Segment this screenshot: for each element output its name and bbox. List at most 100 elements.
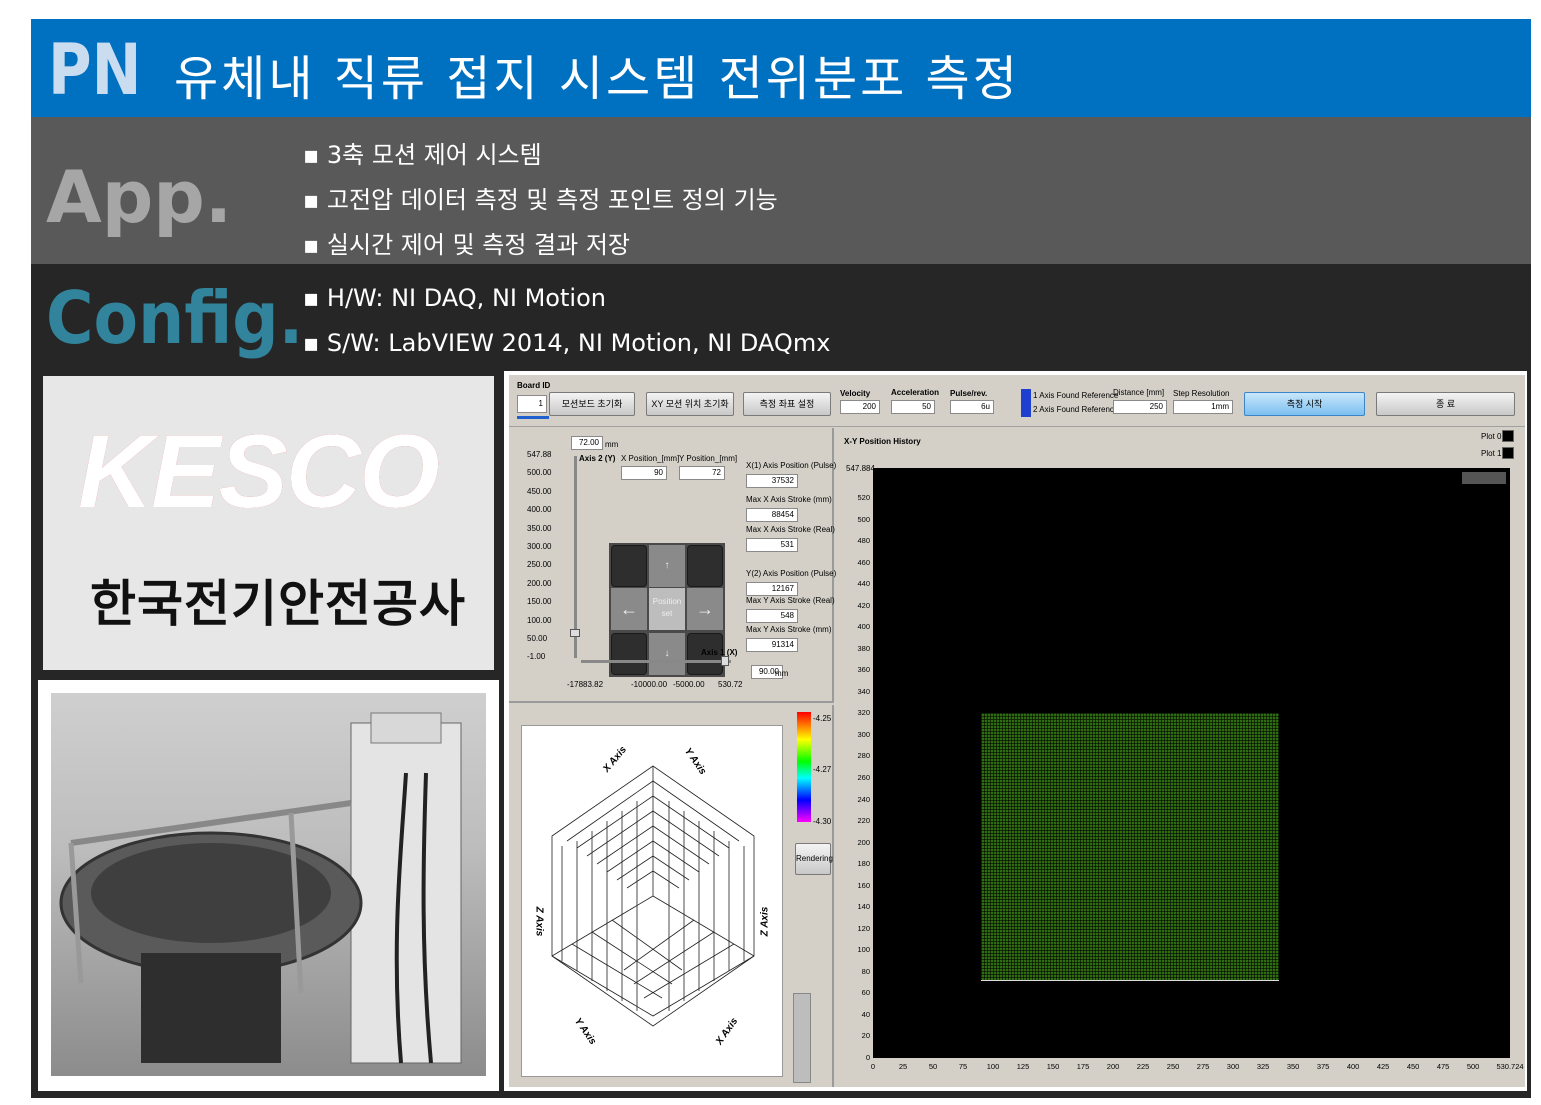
- velocity-label: Velocity: [840, 389, 871, 398]
- surface-3d-graph: [551, 765, 755, 1027]
- y-axis-tick: 80: [861, 966, 870, 976]
- mm-unit: mm: [605, 440, 619, 449]
- app-bullet: 고전압 데이터 측정 및 측정 포인트 정의 기능: [303, 180, 778, 215]
- board-id-label: Board ID: [517, 381, 551, 390]
- max-y-real-value: 548: [746, 609, 798, 623]
- app-section: App. 3축 모션 제어 시스템 고전압 데이터 측정 및 측정 포인트 정의…: [31, 117, 1531, 264]
- y-tick: 500.00: [527, 468, 552, 478]
- axis2-slider[interactable]: [574, 456, 577, 658]
- title-banner: PN 유체내 직류 접지 시스템 전위분포 측정: [31, 19, 1531, 117]
- z-axis-left-label: Z Axis: [533, 906, 545, 937]
- distance-input[interactable]: 250: [1113, 400, 1167, 414]
- y-pulse-value: 12167: [746, 582, 798, 596]
- plot-tools-icon[interactable]: [1462, 472, 1506, 484]
- max-y-mm-value: 91314: [746, 638, 798, 652]
- plot1-legend: Plot 1: [1481, 449, 1502, 458]
- xpos-label: X Position_[mm]: [621, 454, 680, 463]
- ypos-label: Y Position_[mm]: [679, 454, 738, 463]
- colorbar: [797, 712, 811, 822]
- accel-input[interactable]: 50: [891, 400, 935, 414]
- x-axis-tick: 200: [1106, 1062, 1120, 1071]
- x-tick: 530.72: [718, 680, 743, 689]
- plot0-legend-swatch[interactable]: [1502, 430, 1514, 442]
- x-axis-tick: 375: [1316, 1062, 1330, 1071]
- y-tick: 547.88: [527, 450, 552, 459]
- app-bullet: 3축 모션 제어 시스템: [303, 135, 542, 170]
- colorbar-tick: -4.27: [813, 765, 832, 774]
- init-xy-button[interactable]: XY 모션 위치 초기화: [646, 392, 734, 416]
- brand-pn: PN: [48, 29, 142, 111]
- y-tick: 300.00: [527, 542, 552, 551]
- y-pulse-label: Y(2) Axis Position (Pulse): [746, 569, 837, 578]
- x-axis-tick: 25: [898, 1062, 908, 1071]
- y-axis-tick: 100: [857, 945, 870, 955]
- y-axis-tick: 500: [857, 514, 870, 524]
- xpos-value: 90: [621, 466, 667, 480]
- page-title: 유체내 직류 접지 시스템 전위분포 측정: [174, 51, 1020, 107]
- x-axis-tick: 475: [1436, 1062, 1450, 1071]
- position-set-button[interactable]: Position set: [649, 588, 685, 630]
- toolbar: Board ID 1 모션보드 초기화 XY 모션 위치 초기화 측정 좌표 설…: [509, 375, 1525, 427]
- y-tick: -1.00: [527, 652, 546, 662]
- x-axis-tick: 300: [1226, 1062, 1240, 1071]
- y-tick: 50.00: [527, 634, 548, 643]
- x-axis-tick: 500: [1466, 1062, 1480, 1071]
- max-x-real-value: 531: [746, 538, 798, 552]
- colorbar-tick: -4.30: [813, 817, 832, 826]
- kesco-wordmark: KESCO: [78, 414, 440, 530]
- y-axis-tick: 140: [857, 902, 870, 912]
- y-axis-tick: 0: [865, 1053, 870, 1062]
- config-bullet: S/W: LabVIEW 2014, NI Motion, NI DAQmx: [303, 329, 831, 357]
- jog-up-icon[interactable]: ↑: [649, 545, 685, 587]
- board-id-indicator: [517, 416, 549, 419]
- x-axis-tick: 225: [1136, 1062, 1150, 1071]
- jog-down-icon[interactable]: ↓: [649, 633, 685, 675]
- y-axis-tick: 420: [857, 600, 870, 610]
- y-axis-tick: 380: [857, 643, 870, 653]
- pulse-input[interactable]: 6u: [950, 400, 994, 414]
- jog-right-icon[interactable]: →: [687, 588, 723, 630]
- max-x-mm-label: Max X Axis Stroke (mm): [746, 495, 832, 504]
- axis1-slider-thumb[interactable]: [721, 656, 729, 666]
- set-coords-button[interactable]: 측정 좌표 설정: [743, 392, 831, 416]
- graph-tools-palette[interactable]: [793, 993, 811, 1083]
- y-axis-tick: 460: [857, 557, 870, 567]
- y-axis-tick: 260: [857, 773, 870, 782]
- y-axis-tick: 320: [857, 708, 870, 718]
- y-axis-tick: 400: [857, 622, 870, 632]
- xy-plot-area[interactable]: [873, 468, 1510, 1058]
- y-axis-tick: 120: [857, 923, 870, 933]
- y-axis-tick: 340: [857, 686, 870, 696]
- y-axis-tick: 300: [857, 729, 870, 739]
- y-axis-tick: 520: [857, 493, 870, 503]
- config-section: Config. H/W: NI DAQ, NI Motion S/W: LabV…: [31, 264, 1531, 371]
- start-measure-button[interactable]: 측정 시작: [1244, 392, 1365, 416]
- x-axis-tick: 175: [1076, 1062, 1090, 1071]
- axis1-slider[interactable]: [581, 660, 731, 663]
- photo-image: [51, 693, 486, 1076]
- board-id-input[interactable]: 1: [517, 395, 547, 413]
- x-axis-tick: 75: [958, 1062, 968, 1071]
- y-axis-tick: 240: [857, 794, 870, 804]
- surface-3d-plot[interactable]: X Axis Y Axis Z Axis Z Axis Y Axis X Axi…: [521, 725, 783, 1077]
- colorbar-tick: -4.25: [813, 714, 832, 723]
- y-axis-tick: 40: [861, 1009, 870, 1019]
- x-tick: -5000.00: [673, 680, 705, 689]
- mm-unit: mm: [775, 669, 789, 678]
- step-select[interactable]: 1mm: [1173, 400, 1233, 414]
- xy-history-panel: X-Y Position History Plot 0 Plot 1 547.8…: [836, 428, 1525, 1087]
- jog-left-icon[interactable]: ←: [611, 588, 647, 630]
- config-label: Config.: [46, 276, 304, 360]
- y-axis-tick: 200: [857, 837, 870, 847]
- plot1-legend-swatch[interactable]: [1502, 447, 1514, 459]
- x-axis-tick: 325: [1256, 1062, 1270, 1071]
- x-axis-tick: 530.724: [1496, 1062, 1524, 1071]
- axis1-ref-label: 1 Axis Found Reference: [1033, 391, 1119, 400]
- axis2-slider-thumb[interactable]: [570, 629, 580, 637]
- velocity-input[interactable]: 200: [840, 400, 880, 414]
- y-axis-tick: 360: [857, 665, 870, 675]
- init-board-button[interactable]: 모션보드 초기화: [549, 392, 635, 416]
- y-axis-tick: 440: [857, 579, 870, 589]
- rendering-button[interactable]: Rendering: [795, 843, 833, 875]
- exit-button[interactable]: 종 료: [1376, 392, 1515, 416]
